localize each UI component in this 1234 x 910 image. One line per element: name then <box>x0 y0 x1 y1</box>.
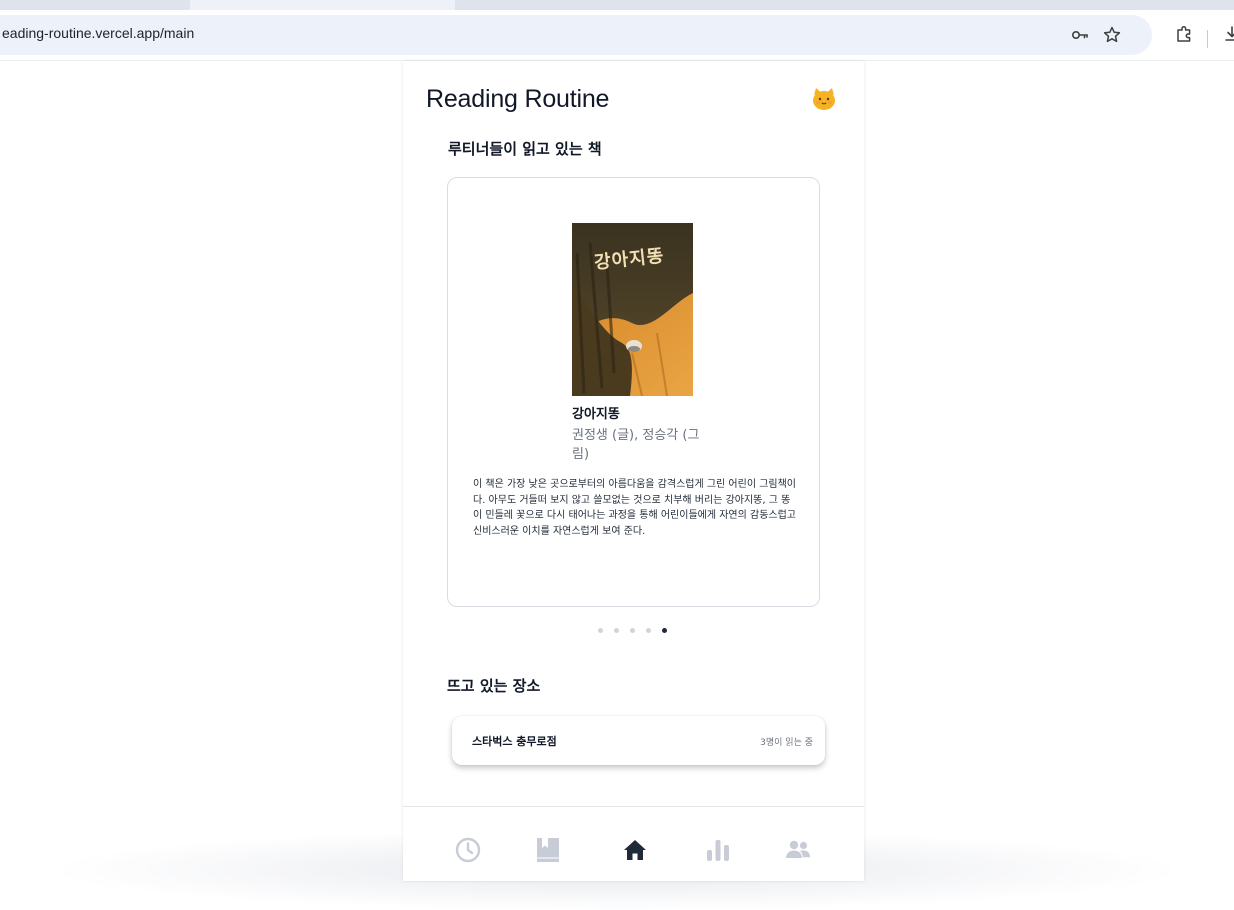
place-reader-count: 3명이 읽는 중 <box>760 738 813 748</box>
place-card[interactable]: 스타벅스 충무로점 3명이 읽는 중 <box>452 716 825 765</box>
places-section-title: 뜨고 있는 장소 <box>447 677 541 695</box>
clock-icon[interactable] <box>451 833 485 867</box>
address-bar[interactable]: eading-routine.vercel.app/main <box>0 15 1152 55</box>
mobile-app-frame: Reading Routine 루티너들이 읽고 있는 책 강아지똥 강아지똥 … <box>403 61 864 881</box>
carousel-dot[interactable] <box>630 628 635 633</box>
book-author: 권정생 (글), 정승각 (그림) <box>572 428 700 462</box>
key-icon[interactable] <box>1066 21 1094 49</box>
toolbar-separator <box>1207 30 1208 48</box>
star-icon[interactable] <box>1098 21 1126 49</box>
book-description: 이 책은 가장 낮은 곳으로부터의 아름다움을 감격스럽게 그린 어린이 그림책… <box>473 479 797 537</box>
browser-toolbar: eading-routine.vercel.app/main <box>0 10 1234 61</box>
carousel-dot[interactable] <box>614 628 619 633</box>
download-icon[interactable] <box>1218 20 1234 48</box>
users-icon[interactable] <box>781 833 815 867</box>
browser-tab-strip <box>0 0 1234 10</box>
carousel-dot[interactable] <box>598 628 603 633</box>
nav-divider <box>403 806 864 807</box>
cat-face-icon[interactable] <box>810 85 838 113</box>
carousel-indicator <box>598 628 667 633</box>
book-cover[interactable]: 강아지똥 <box>572 223 693 396</box>
address-url[interactable]: eading-routine.vercel.app/main <box>2 25 194 41</box>
home-icon[interactable] <box>618 833 652 867</box>
book-card[interactable]: 강아지똥 강아지똥 권정생 (글), 정승각 (그림) 이 책은 가장 낮은 곳… <box>447 177 820 607</box>
extensions-icon[interactable] <box>1170 20 1198 48</box>
carousel-dot[interactable] <box>646 628 651 633</box>
place-name: 스타벅스 충무로점 <box>472 735 557 748</box>
book-title[interactable]: 강아지똥 <box>572 403 620 422</box>
carousel-dot-active[interactable] <box>662 628 667 633</box>
browser-tab[interactable] <box>190 0 455 10</box>
bookmark-book-icon[interactable] <box>531 833 565 867</box>
reading-section-title: 루티너들이 읽고 있는 책 <box>448 140 602 158</box>
bar-chart-icon[interactable] <box>701 833 735 867</box>
app-title: Reading Routine <box>426 85 610 113</box>
